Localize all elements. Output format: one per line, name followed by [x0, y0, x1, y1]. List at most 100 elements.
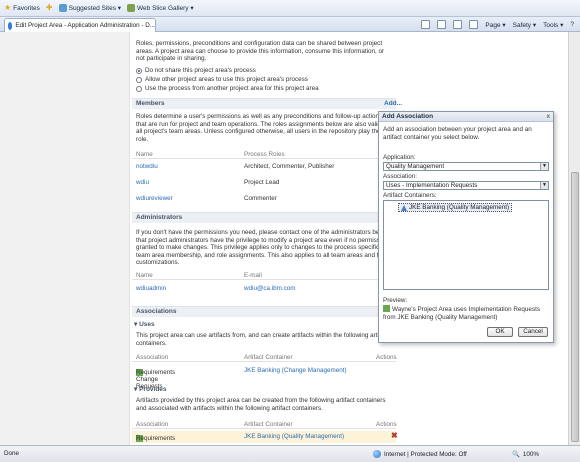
association-label: Association: — [383, 173, 417, 180]
members-section-header: Members — [132, 98, 396, 109]
column-header-name: Name — [136, 151, 153, 158]
column-header-container: Artifact Container — [244, 421, 293, 428]
radio-allow-other[interactable]: Allow other project areas to use this pr… — [136, 76, 308, 83]
provides-table-header: Association Artifact Container Actions — [132, 419, 397, 429]
add-association-dialog: Add Association x Add an association bet… — [378, 111, 554, 343]
help-icon[interactable]: ? — [570, 21, 574, 28]
status-text: Done — [4, 450, 20, 457]
tab-title: Edit Project Area - Application Administ… — [15, 22, 155, 29]
page-menu[interactable]: Page ▾ — [485, 21, 505, 29]
suggested-sites-label: Suggested Sites ▾ — [68, 5, 122, 12]
command-bar: Page ▾ Safety ▾ Tools ▾ ? — [421, 17, 574, 32]
administrators-section-header: Administrators — [132, 212, 396, 223]
add-member-link[interactable]: Add... — [384, 100, 402, 107]
ie-page-icon — [8, 21, 13, 30]
uses-subsection-header[interactable]: ▾ Uses — [132, 320, 155, 328]
tools-menu[interactable]: Tools ▾ — [543, 21, 563, 29]
table-row: wdiuadmin wdiu@ca.ibm.com — [132, 283, 396, 295]
admin-link[interactable]: wdiuadmin — [136, 285, 166, 292]
status-bar: Done Internet | Protected Mode: Off 🔍 10… — [0, 445, 580, 462]
radio-use-other[interactable]: Use the process from another project are… — [136, 85, 319, 92]
radio-button[interactable] — [136, 67, 142, 74]
preview-label: Preview: — [383, 297, 408, 304]
column-header-container: Artifact Container — [244, 354, 293, 361]
list-item[interactable]: JKE Banking (Quality Management) — [398, 203, 513, 212]
admin-email-link[interactable]: wdiu@ca.ibm.com — [244, 285, 296, 292]
favorites-star-icon: ★ — [4, 3, 12, 12]
radio-label: Do not share this project area's process — [145, 67, 256, 74]
radio-button[interactable] — [136, 85, 142, 92]
provides-subsection-header[interactable]: ▾ Provides — [132, 385, 167, 393]
favorites-bar: ★ Favorites ✚ Suggested Sites ▾ Web Slic… — [0, 0, 580, 17]
column-header-actions: Actions — [376, 421, 397, 428]
safety-menu[interactable]: Safety ▾ — [513, 21, 537, 29]
scrollbar-thumb[interactable] — [571, 172, 579, 442]
suggested-sites-icon — [58, 4, 67, 12]
association-value: Uses - Implementation Requests — [386, 182, 478, 189]
table-row: Requirements Change Requests JKE Banking… — [132, 365, 396, 390]
column-header-actions: Actions — [376, 354, 397, 361]
close-icon[interactable]: x — [547, 112, 550, 122]
column-header-name: Name — [136, 272, 153, 279]
radio-label: Allow other project areas to use this pr… — [145, 76, 308, 83]
members-table-header: Name Process Roles — [132, 149, 396, 159]
administrators-description: If you don't have the permissions you ne… — [136, 229, 389, 267]
members-description: Roles determine a user's permissions as … — [136, 113, 393, 143]
application-value: Quality Management — [386, 163, 445, 170]
table-row: wdiureviewer Commenter — [132, 193, 396, 205]
web-slice-gallery-button[interactable]: Web Slice Gallery ▾ — [127, 4, 194, 12]
application-label: Application: — [383, 154, 416, 161]
provides-title: Provides — [139, 386, 167, 393]
uses-title: Uses — [139, 321, 155, 328]
suggested-sites-button[interactable]: Suggested Sites ▾ — [58, 4, 122, 12]
favorites-label: Favorites — [13, 4, 40, 12]
browser-tab[interactable]: Edit Project Area - Application Administ… — [4, 18, 156, 32]
feeds-icon[interactable] — [437, 20, 447, 29]
ok-button[interactable]: OK — [487, 327, 513, 337]
cancel-button[interactable]: Cancel — [518, 327, 548, 337]
member-link[interactable]: wdiureviewer — [136, 195, 173, 202]
chevron-down-icon: ▼ — [540, 182, 548, 189]
uses-description: This project area can use artifacts from… — [136, 332, 385, 347]
radio-do-not-share[interactable]: Do not share this project area's process — [136, 67, 256, 74]
container-link[interactable]: JKE Banking (Change Management) — [244, 367, 347, 374]
globe-icon — [373, 450, 381, 458]
mail-icon[interactable] — [453, 20, 463, 29]
member-link[interactable]: notwdiu — [136, 163, 158, 170]
vertical-scrollbar[interactable] — [568, 32, 580, 445]
administrators-table-header: Name E-mail — [132, 270, 396, 280]
preview-text-block: Wayne's Project Area uses Implementation… — [383, 305, 551, 321]
table-row: wdiu Project Lead — [132, 177, 396, 189]
print-icon[interactable] — [469, 20, 479, 29]
containers-label: Artifact Containers: — [383, 192, 437, 199]
application-select[interactable]: Quality Management ▼ — [383, 162, 549, 171]
container-link[interactable]: JKE Banking (Quality Management) — [244, 433, 344, 440]
home-icon[interactable] — [421, 20, 431, 29]
chevron-down-icon: ▼ — [540, 163, 548, 170]
table-row: notwdiu Architect, Commenter, Publisher — [132, 161, 396, 173]
web-slice-gallery-label: Web Slice Gallery ▾ — [137, 5, 194, 12]
provides-description: Artifacts provided by this project area … — [136, 397, 386, 412]
project-area-editor: Roles, permissions, preconditions and co… — [132, 32, 398, 445]
add-favorite-icon[interactable]: ✚ — [46, 4, 53, 12]
zoom-control[interactable]: 🔍 100% — [512, 450, 539, 459]
favorites-button[interactable]: ★ Favorites — [4, 4, 40, 12]
radio-label: Use the process from another project are… — [145, 85, 319, 92]
security-zone[interactable]: Internet | Protected Mode: Off — [373, 450, 467, 458]
zoom-level: 100% — [522, 450, 539, 458]
association-label: Requirements — [136, 435, 176, 442]
column-header-roles: Process Roles — [244, 151, 285, 158]
member-link[interactable]: wdiu — [136, 179, 149, 186]
preview-text: Wayne's Project Area uses Implementation… — [383, 306, 540, 321]
delete-icon[interactable]: ✖ — [391, 431, 398, 440]
left-gutter — [0, 32, 130, 445]
artifact-containers-list[interactable]: JKE Banking (Quality Management) — [383, 200, 549, 290]
zoom-icon: 🔍 — [512, 451, 520, 458]
column-header-association: Association — [136, 421, 169, 428]
radio-button[interactable] — [136, 76, 142, 83]
member-roles: Architect, Commenter, Publisher — [244, 163, 335, 170]
dialog-title: Add Association — [382, 113, 434, 120]
member-roles: Project Lead — [244, 179, 280, 186]
association-select[interactable]: Uses - Implementation Requests ▼ — [383, 181, 549, 190]
web-slice-icon — [127, 4, 136, 12]
